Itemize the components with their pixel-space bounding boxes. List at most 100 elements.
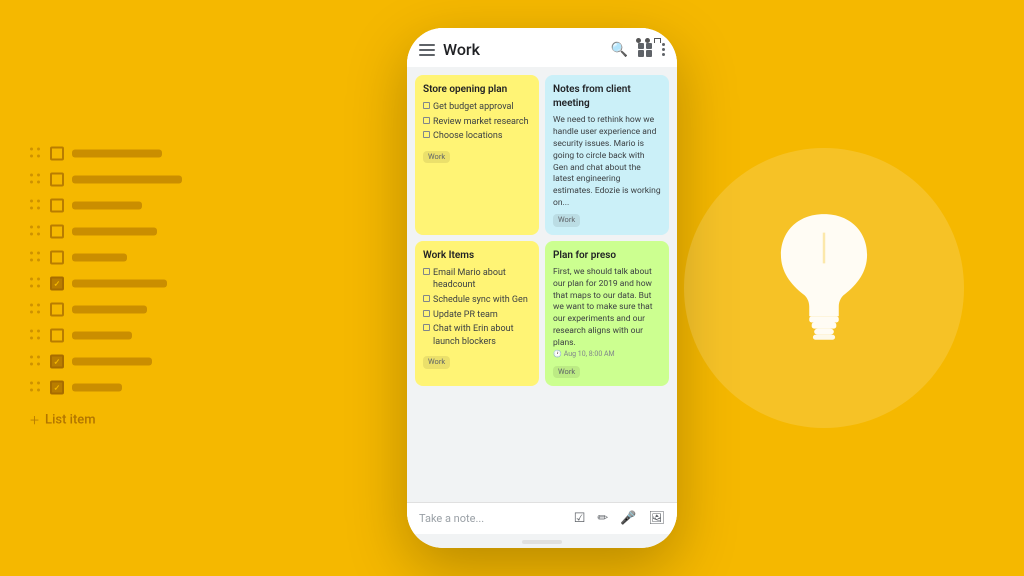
drag-dots-icon — [30, 148, 42, 160]
list-row — [30, 277, 182, 291]
list-checkbox-checked[interactable] — [50, 355, 64, 369]
list-bar — [72, 358, 152, 366]
checkbox-icon[interactable]: ☑ — [574, 511, 586, 526]
note-checklist: Email Mario about headcount Schedule syn… — [423, 267, 531, 349]
list-bar — [72, 306, 147, 314]
drag-dots-icon — [30, 278, 42, 290]
check-box — [423, 117, 430, 124]
drag-dots-icon — [30, 356, 42, 368]
list-bar — [72, 384, 122, 392]
list-checkbox[interactable] — [50, 199, 64, 213]
bottom-bar: Take a note... ☑ ✏ 🎤 🖼 — [407, 502, 677, 534]
note-tag: Work — [423, 151, 450, 164]
list-row — [30, 329, 182, 343]
note-body: We need to rethink how we handle user ex… — [553, 115, 661, 210]
note-plan-preso[interactable]: Plan for preso First, we should talk abo… — [545, 241, 669, 387]
status-dot — [636, 38, 641, 43]
check-box — [423, 131, 430, 138]
drag-dots-icon — [30, 226, 42, 238]
pencil-icon[interactable]: ✏ — [597, 511, 608, 526]
list-row — [30, 355, 182, 369]
mic-icon[interactable]: 🎤 — [620, 511, 636, 526]
list-checkbox[interactable] — [50, 147, 64, 161]
drag-dots-icon — [30, 382, 42, 394]
check-item: Get budget approval — [423, 101, 531, 114]
note-title: Plan for preso — [553, 249, 661, 263]
drag-dots-icon — [30, 252, 42, 264]
list-row — [30, 147, 182, 161]
list-checkbox[interactable] — [50, 303, 64, 317]
app-bar-icons: 🔍 — [611, 42, 665, 58]
list-bar — [72, 150, 162, 158]
list-row — [30, 303, 182, 317]
grid-view-icon[interactable] — [638, 43, 652, 57]
check-box — [423, 310, 430, 317]
phone-screen: Work 🔍 — [407, 28, 677, 548]
check-item: Email Mario about headcount — [423, 267, 531, 292]
check-item: Chat with Erin about launch blockers — [423, 323, 531, 348]
list-bar — [72, 176, 182, 184]
note-body: First, we should talk about our plan for… — [553, 267, 661, 350]
note-title: Store opening plan — [423, 83, 531, 97]
app-bar: Work 🔍 — [407, 28, 677, 67]
check-item-text: Update PR team — [433, 309, 498, 322]
status-bar — [636, 38, 661, 43]
check-item-text: Email Mario about headcount — [433, 267, 531, 292]
search-icon[interactable]: 🔍 — [611, 42, 628, 58]
wifi-icon — [654, 38, 661, 43]
image-icon[interactable]: 🖼 — [648, 511, 665, 526]
take-note-placeholder[interactable]: Take a note... — [419, 512, 574, 525]
drag-dots-icon — [30, 304, 42, 316]
note-title: Notes from client meeting — [553, 83, 661, 111]
list-checkbox-checked[interactable] — [50, 381, 64, 395]
note-tag: Work — [553, 366, 580, 379]
list-bar — [72, 332, 132, 340]
note-date-text: Aug 10, 8:00 AM — [564, 350, 615, 360]
lightbulb-icon — [744, 208, 904, 368]
note-work-items[interactable]: Work Items Email Mario about headcount S… — [415, 241, 539, 387]
add-list-item[interactable]: + List item — [30, 411, 182, 430]
bottom-toolbar: ☑ ✏ 🎤 🖼 — [574, 511, 665, 526]
check-box — [423, 268, 430, 275]
list-checkbox[interactable] — [50, 251, 64, 265]
app-title: Work — [443, 40, 603, 59]
check-item-text: Choose locations — [433, 130, 503, 143]
home-button[interactable] — [522, 540, 562, 544]
status-dot — [645, 38, 650, 43]
check-box — [423, 102, 430, 109]
check-item: Schedule sync with Gen — [423, 294, 531, 307]
left-list-panel: + List item — [30, 147, 182, 430]
note-tag: Work — [553, 214, 580, 227]
list-bar — [72, 254, 127, 262]
check-item-text: Chat with Erin about launch blockers — [433, 323, 531, 348]
list-row — [30, 173, 182, 187]
list-row — [30, 381, 182, 395]
list-bar — [72, 280, 167, 288]
plus-icon: + — [30, 411, 39, 430]
check-item: Update PR team — [423, 309, 531, 322]
hamburger-menu-icon[interactable] — [419, 44, 435, 56]
note-tag: Work — [423, 356, 450, 369]
note-checklist: Get budget approval Review market resear… — [423, 101, 531, 143]
check-box — [423, 295, 430, 302]
check-item: Choose locations — [423, 130, 531, 143]
list-row — [30, 225, 182, 239]
phone-mockup: Work 🔍 — [407, 28, 677, 548]
drag-dots-icon — [30, 330, 42, 342]
check-item-text: Review market research — [433, 116, 529, 129]
notes-grid: Store opening plan Get budget approval R… — [407, 67, 677, 502]
list-checkbox[interactable] — [50, 329, 64, 343]
list-bar — [72, 202, 142, 210]
more-options-icon[interactable] — [662, 43, 665, 56]
list-row — [30, 251, 182, 265]
note-client-meeting[interactable]: Notes from client meeting We need to ret… — [545, 75, 669, 235]
lightbulb-background-circle — [684, 148, 964, 428]
clock-icon: 🕐 — [553, 350, 562, 360]
note-store-plan[interactable]: Store opening plan Get budget approval R… — [415, 75, 539, 235]
list-row — [30, 199, 182, 213]
drag-dots-icon — [30, 174, 42, 186]
drag-dots-icon — [30, 200, 42, 212]
list-checkbox[interactable] — [50, 225, 64, 239]
list-checkbox-checked[interactable] — [50, 277, 64, 291]
list-checkbox[interactable] — [50, 173, 64, 187]
